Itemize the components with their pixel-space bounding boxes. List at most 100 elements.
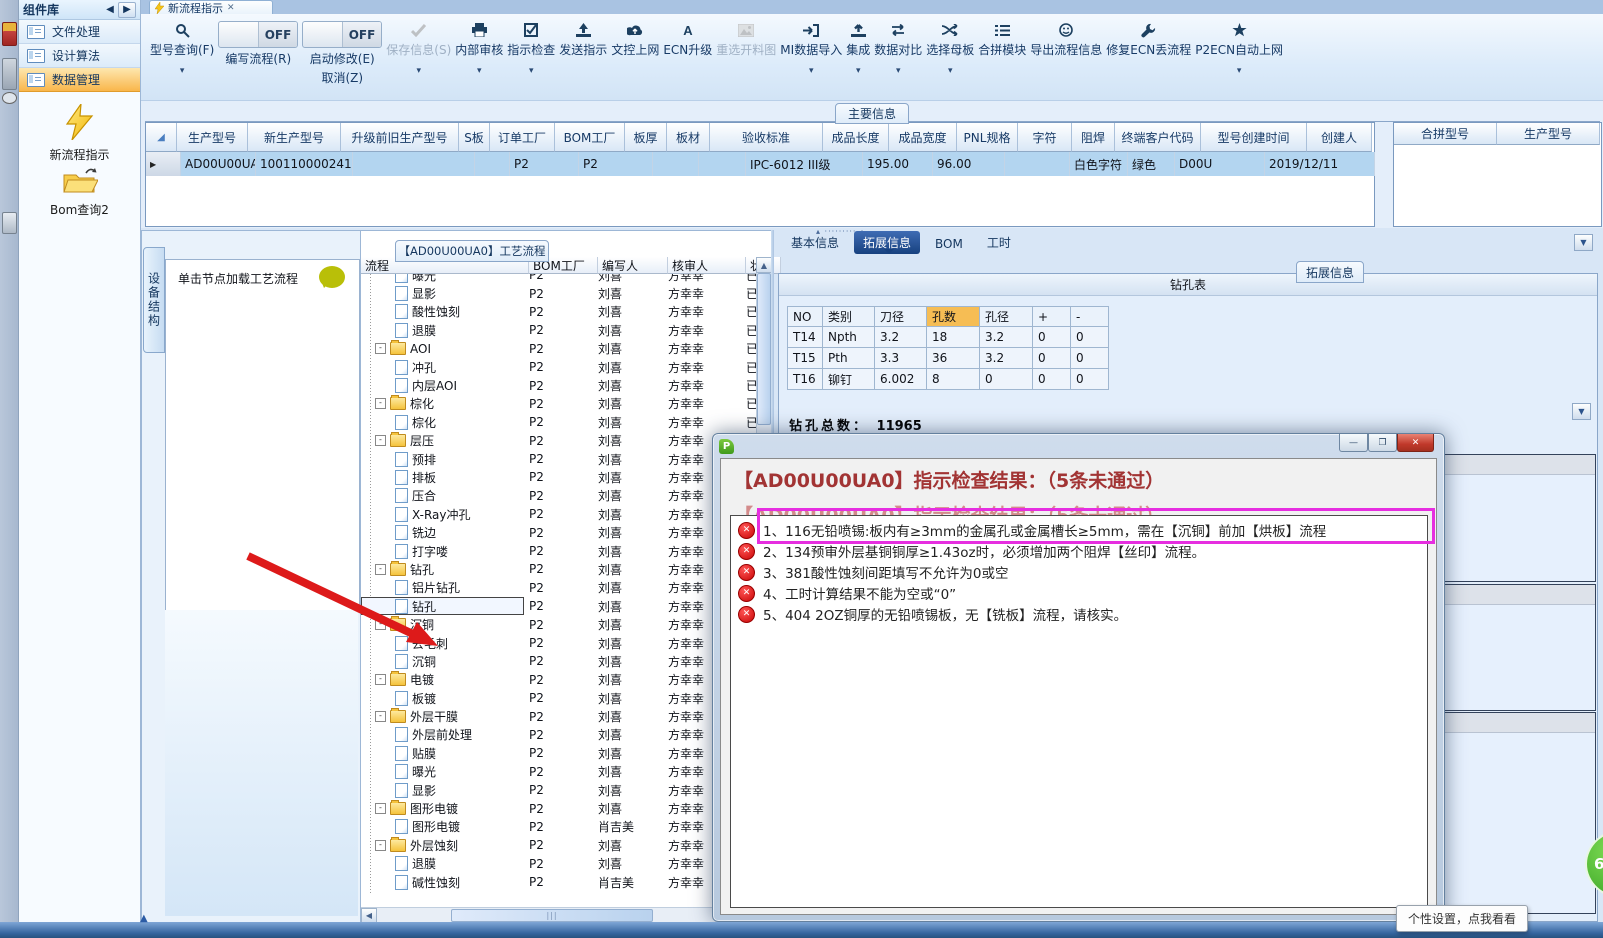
chevron-down-icon[interactable]: ▾	[1237, 66, 1242, 76]
tree-node-cell[interactable]: 钻孔	[361, 597, 524, 616]
tab-basic-info[interactable]: 基本信息	[782, 231, 848, 254]
tree-row[interactable]: 碱性蚀刻P2肖吉美方幸幸已审核	[361, 873, 756, 891]
toolbar-button-data-compare[interactable]: 数据对比 ▾	[874, 18, 922, 97]
tree-node-cell[interactable]: - 沉铜	[361, 615, 524, 633]
chevron-down-icon[interactable]: ▾	[948, 66, 953, 76]
toggle-start-modify[interactable]: OFF	[302, 21, 383, 48]
tree-node-cell[interactable]: - 外层蚀刻	[361, 836, 524, 854]
collapse-icon[interactable]: -	[375, 343, 386, 355]
tree-row[interactable]: -沉铜P2刘喜方幸幸已审核	[361, 615, 756, 633]
device-structure-vertical-tab[interactable]: 设备结构	[143, 247, 165, 353]
tree-node-cell[interactable]: 曝光	[361, 763, 524, 781]
collapse-icon[interactable]: -	[375, 435, 386, 447]
grid-data-row[interactable]: ▶ AD00U00UA010011000024108 P2P2 IPC-6012 II…	[146, 152, 1444, 176]
tree-row[interactable]: 压合P2刘喜方幸幸已审核	[361, 487, 756, 505]
grid-column-header[interactable]: 创建人	[1307, 123, 1372, 152]
grid-column-header[interactable]: 板厚	[625, 123, 667, 152]
tree-row[interactable]: 曝光P2刘喜方幸幸已审核	[361, 274, 756, 284]
toolbar-button-select-motherboard[interactable]: 选择母板 ▾	[926, 18, 974, 97]
collapse-icon[interactable]: -	[375, 711, 386, 723]
toolbar-button-write-flow[interactable]: OFF 编写流程(R)	[218, 18, 299, 97]
app-icon-gray[interactable]	[2, 58, 17, 90]
scroll-left-icon[interactable]: ◀	[361, 908, 377, 923]
toolbar-button-mi-data-import[interactable]: MI数据导入 ▾	[780, 18, 842, 97]
mini-grid-column-header[interactable]: 生产型号	[1497, 123, 1600, 145]
tree-node-cell[interactable]: X-Ray冲孔	[361, 505, 524, 523]
grid-column-header[interactable]: 升级前旧生产型号	[341, 123, 459, 152]
tree-node-cell[interactable]: 铣边	[361, 523, 524, 541]
nav-back-icon[interactable]: ◀	[102, 3, 118, 17]
dialog-title-bar[interactable]: P	[713, 434, 1444, 458]
drill-column-header[interactable]: 类别	[823, 306, 875, 327]
tree-row[interactable]: 图形电镀P2肖吉美方幸幸已审核	[361, 818, 756, 836]
tree-row[interactable]: 去毛刺P2刘喜方幸幸已审核	[361, 634, 756, 652]
tree-column-header[interactable]: 编写人	[598, 257, 668, 274]
tree-row[interactable]: 退膜P2刘喜方幸幸已审核	[361, 855, 756, 873]
sidebar-action-bom-query2[interactable]: Bom查询2	[50, 167, 109, 218]
scroll-up-icon[interactable]: ▲	[756, 257, 772, 273]
panel-dropdown-icon[interactable]: ▼	[1574, 234, 1593, 251]
tree-row[interactable]: 铝片钻孔P2刘喜方幸幸已审核	[361, 579, 756, 597]
mini-grid-column-header[interactable]: 合拼型号	[1394, 123, 1497, 145]
tree-node-cell[interactable]: 外层前处理	[361, 726, 524, 744]
tree-row[interactable]: -图形电镀P2刘喜方幸幸已审核	[361, 799, 756, 817]
tree-row[interactable]: 内层AOI P2 刘喜 方幸幸 已审核	[361, 376, 756, 394]
toolbar-button-instruction-check[interactable]: 指示检查 ▾	[507, 18, 555, 97]
drill-dropdown-icon[interactable]: ▼	[1572, 403, 1591, 420]
chevron-down-icon[interactable]: ▾	[477, 66, 482, 76]
toolbar-button-export-flow-info[interactable]: 导出流程信息	[1030, 18, 1102, 97]
drill-column-header[interactable]: +	[1033, 306, 1071, 327]
tree-row[interactable]: 排板P2刘喜方幸幸已审核	[361, 468, 756, 486]
tree-node-cell[interactable]: 贴膜	[361, 744, 524, 762]
tree-node-cell[interactable]: 显影	[361, 781, 524, 799]
chevron-down-icon[interactable]: ▾	[180, 66, 185, 76]
toolbar-button-repair-ecn-flow[interactable]: 修复ECN丢流程	[1106, 18, 1191, 97]
grid-column-header[interactable]: 字符	[1018, 123, 1072, 152]
grid-column-header[interactable]: BOM工厂	[555, 123, 625, 152]
tree-row[interactable]: X-Ray冲孔P2刘喜方幸幸已审核	[361, 505, 756, 523]
toolbar-button-merge-module[interactable]: 合拼模块	[978, 18, 1026, 97]
grid-column-header[interactable]: 成品宽度	[889, 123, 957, 152]
tree-row[interactable]: 外层前处理P2刘喜方幸幸已审核	[361, 726, 756, 744]
toolbar-button-internal-audit[interactable]: 内部审核 ▾	[455, 18, 503, 97]
tab-extended-info[interactable]: 拓展信息	[854, 231, 921, 254]
personal-settings-tooltip[interactable]: 个性设置，点我看看	[1396, 905, 1528, 932]
collapse-icon[interactable]: -	[375, 674, 386, 686]
maximize-icon[interactable]: ❐	[1368, 434, 1397, 452]
tree-row[interactable]: 沉铜P2刘喜方幸幸已审核	[361, 652, 756, 670]
tree-node-cell[interactable]: 压合	[361, 487, 524, 505]
tree-node-cell[interactable]: - 层压	[361, 432, 524, 450]
grid-column-header[interactable]: 终端客户代码	[1115, 123, 1201, 152]
tab-bom[interactable]: BOM	[926, 234, 972, 254]
tree-row[interactable]: 显影P2刘喜方幸幸已审核	[361, 781, 756, 799]
app-icon-red[interactable]	[2, 22, 17, 46]
tree-node-cell[interactable]: - 电镀	[361, 671, 524, 689]
grid-column-header[interactable]: 板材	[667, 123, 710, 152]
collapse-icon[interactable]: -	[375, 839, 386, 851]
check-result-dialog[interactable]: P — ❐ ✕ 【AD00U00UA0】指示检查结果：（5条未通过） 【AD00…	[712, 433, 1445, 922]
close-icon[interactable]: ✕	[1397, 434, 1434, 452]
grid-column-header[interactable]: 验收标准	[710, 123, 823, 152]
toolbar-button-integrate[interactable]: 集成 ▾	[846, 18, 870, 97]
tree-node-cell[interactable]: 预排	[361, 450, 524, 468]
drill-column-header[interactable]: 刀径	[875, 306, 927, 327]
collapse-icon[interactable]: -	[375, 619, 386, 631]
tree-row[interactable]: 显影P2刘喜方幸幸已审核	[361, 284, 756, 302]
tree-node-cell[interactable]: 显影	[361, 284, 524, 302]
grid-corner-cell[interactable]: ◢	[146, 123, 177, 152]
tree-node-cell[interactable]: 铝片钻孔	[361, 579, 524, 597]
tree-row[interactable]: -外层蚀刻P2刘喜方幸幸已审核	[361, 836, 756, 854]
grid-column-header[interactable]: 新生产型号	[248, 123, 341, 152]
toolbar-button-ecn-upgrade[interactable]: A ECN升级	[663, 18, 712, 97]
toggle-write-flow[interactable]: OFF	[218, 21, 299, 48]
tree-row[interactable]: 曝光P2刘喜方幸幸已审核	[361, 763, 756, 781]
tab-new-flow-instruction[interactable]: 新流程指示 ✕	[149, 0, 273, 15]
tree-scroll-thumb[interactable]	[757, 273, 771, 425]
tab-close-icon[interactable]: ✕	[227, 3, 235, 13]
chevron-down-icon[interactable]: ▾	[809, 66, 814, 76]
tree-row[interactable]: - AOI P2 刘喜 方幸幸 已审核	[361, 340, 756, 358]
tree-node-cell[interactable]: 图形电镀	[361, 818, 524, 836]
tree-row[interactable]: -外层干膜P2刘喜方幸幸已审核	[361, 707, 756, 725]
collapse-icon[interactable]: -	[375, 803, 386, 815]
tree-node-cell[interactable]: 曝光	[361, 274, 524, 284]
